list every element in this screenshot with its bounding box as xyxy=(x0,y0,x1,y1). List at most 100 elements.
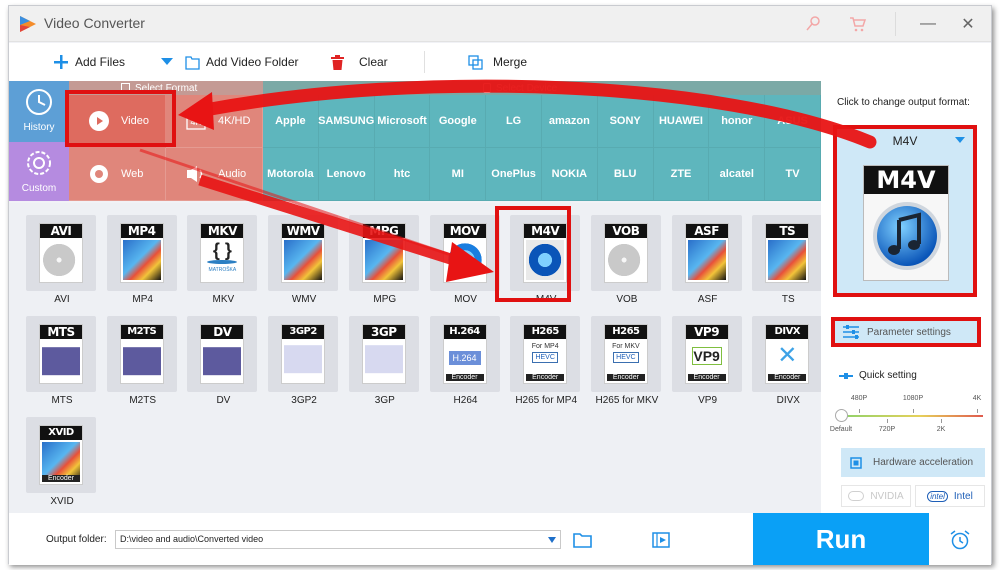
format-tile[interactable]: VP9 VP9 Encoder xyxy=(671,316,742,392)
device-alcatel[interactable]: alcatel xyxy=(709,148,766,201)
device-lenovo[interactable]: Lenovo xyxy=(318,148,375,201)
output-folder-input[interactable]: D:\video and audio\Converted video xyxy=(115,530,561,549)
device-honor[interactable]: honor xyxy=(709,95,766,148)
format-option-avi[interactable]: AVI AVI xyxy=(26,215,98,315)
format-option-vob[interactable]: VOB VOB xyxy=(590,215,663,315)
format-tile[interactable]: AVI xyxy=(26,215,96,291)
alarm-clock-icon[interactable] xyxy=(949,529,971,551)
format-option-mp4[interactable]: MP4 MP4 xyxy=(106,215,179,315)
slider-knob[interactable] xyxy=(835,409,848,422)
device-samsung[interactable]: SAMSUNG xyxy=(318,95,375,148)
format-option-m2ts[interactable]: M2TS M2TS xyxy=(106,316,179,416)
format-option-3gp2[interactable]: 3GP2 3GP2 xyxy=(268,316,340,416)
device-logo-text: SONY xyxy=(609,115,641,127)
close-button[interactable]: ✕ xyxy=(954,10,982,38)
format-option-dv[interactable]: DV DV xyxy=(187,316,259,416)
hardware-acceleration-button[interactable]: Hardware acceleration xyxy=(841,448,985,477)
format-tile[interactable]: TS xyxy=(752,215,823,291)
device-logo-text: LG xyxy=(505,115,522,127)
format-tile[interactable]: M4V xyxy=(510,215,581,291)
format-device-selector: History Custom Select Format Video 4K 4K… xyxy=(9,81,821,203)
format-tile[interactable]: H.264 H.264 Encoder xyxy=(429,316,500,392)
phone-format-icon: 3GP2 xyxy=(281,324,326,384)
device-asus[interactable]: ASUS xyxy=(765,95,821,148)
format-option-wmv[interactable]: WMV WMV xyxy=(268,215,340,315)
device-microsoft[interactable]: Microsoft xyxy=(374,95,431,148)
format-option-m4v[interactable]: M4V M4V xyxy=(510,215,582,315)
format-category-4k-hd[interactable]: 4K 4K/HD xyxy=(166,95,263,148)
format-tile[interactable]: MP4 xyxy=(106,215,177,291)
format-category-video[interactable]: Video xyxy=(69,95,166,148)
quick-setting-header: Quick setting xyxy=(839,370,917,381)
history-tab[interactable]: History xyxy=(9,81,69,142)
run-button[interactable]: Run xyxy=(753,513,929,565)
format-option-3gp[interactable]: 3GP 3GP xyxy=(348,316,421,416)
device-motorola[interactable]: Motorola xyxy=(263,148,319,201)
dropdown-arrow-icon[interactable] xyxy=(548,537,556,543)
nvidia-option[interactable]: NVIDIA xyxy=(841,485,911,507)
format-icon-tag: M4V xyxy=(524,224,567,238)
clear-button[interactable]: Clear xyxy=(329,52,388,72)
format-tile[interactable]: M2TS xyxy=(106,316,177,392)
format-icon-tag: VOB xyxy=(604,224,647,238)
add-files-dropdown[interactable] xyxy=(159,52,175,72)
format-tile[interactable]: DV xyxy=(187,316,258,392)
format-option-xvid[interactable]: XVID Encoder XVID xyxy=(26,417,98,517)
format-tile[interactable]: DIVX ✕ Encoder xyxy=(752,316,823,392)
device-apple[interactable]: Apple xyxy=(263,95,319,148)
format-tile[interactable]: H265 For MKV HEVC Encoder xyxy=(590,316,661,392)
format-tile[interactable]: VOB xyxy=(590,215,661,291)
format-category-web[interactable]: Web xyxy=(69,148,166,201)
device-tv[interactable]: TV xyxy=(765,148,821,201)
plus-icon xyxy=(53,54,69,70)
format-tile[interactable]: MTS xyxy=(26,316,96,392)
add-files-button[interactable]: Add Files xyxy=(53,52,125,72)
format-option-vp9[interactable]: VP9 VP9 Encoder VP9 xyxy=(671,316,744,416)
add-video-folder-button[interactable]: Add Video Folder xyxy=(184,52,299,72)
merge-button[interactable]: Merge xyxy=(467,52,527,72)
device-huawei[interactable]: HUAWEI xyxy=(653,95,710,148)
custom-tab[interactable]: Custom xyxy=(9,142,69,201)
format-tile[interactable]: MPG xyxy=(348,215,419,291)
device-htc[interactable]: htc xyxy=(374,148,431,201)
format-category-audio[interactable]: Audio xyxy=(166,148,263,201)
format-icon-footer: Encoder xyxy=(687,374,726,381)
format-option-h265-for-mkv[interactable]: H265 For MKV HEVC Encoder H265 for MKV xyxy=(590,316,663,416)
format-option-divx[interactable]: DIVX ✕ Encoder DIVX xyxy=(752,316,824,416)
key-icon[interactable] xyxy=(801,12,825,36)
format-option-mts[interactable]: MTS MTS xyxy=(26,316,98,416)
format-tile[interactable]: MKV { } MATROŠKA xyxy=(187,215,258,291)
parameter-settings-button[interactable]: Parameter settings xyxy=(831,317,981,347)
device-blu[interactable]: BLU xyxy=(597,148,654,201)
format-option-mkv[interactable]: MKV { } MATROŠKA MKV xyxy=(187,215,259,315)
quality-slider[interactable]: 480P 1080P 4K Default 720P 2K xyxy=(830,385,983,435)
format-option-ts[interactable]: TS TS xyxy=(752,215,824,315)
format-tile[interactable]: MOV xyxy=(429,215,500,291)
device-zte[interactable]: ZTE xyxy=(653,148,710,201)
device-amazon[interactable]: amazon xyxy=(542,95,598,148)
format-tile[interactable]: 3GP2 xyxy=(268,316,339,392)
format-tile[interactable]: ASF xyxy=(671,215,742,291)
device-oneplus[interactable]: OnePlus xyxy=(486,148,542,201)
output-format-selector[interactable]: M4V M4V xyxy=(833,125,977,297)
format-icon-subtitle: For MP4 xyxy=(531,343,559,350)
format-option-h264[interactable]: H.264 H.264 Encoder H264 xyxy=(429,316,502,416)
format-tile[interactable]: 3GP xyxy=(348,316,419,392)
open-folder-icon[interactable] xyxy=(573,531,593,549)
format-tile[interactable]: XVID Encoder xyxy=(26,417,96,493)
device-nokia[interactable]: NOKIA xyxy=(542,148,598,201)
intel-option[interactable]: intel Intel xyxy=(915,485,985,507)
format-option-h265-for-mp4[interactable]: H265 For MP4 HEVC Encoder H265 for MP4 xyxy=(510,316,582,416)
format-option-mov[interactable]: MOV MOV xyxy=(429,215,502,315)
device-lg[interactable]: LG xyxy=(486,95,542,148)
device-google[interactable]: Google xyxy=(430,95,487,148)
cart-icon[interactable] xyxy=(845,12,869,36)
video-folder-icon[interactable] xyxy=(651,531,671,549)
device-sony[interactable]: SONY xyxy=(597,95,654,148)
format-option-mpg[interactable]: MPG MPG xyxy=(348,215,421,315)
device-mi[interactable]: MI xyxy=(430,148,487,201)
format-option-asf[interactable]: ASF ASF xyxy=(671,215,744,315)
format-tile[interactable]: H265 For MP4 HEVC Encoder xyxy=(510,316,581,392)
format-tile[interactable]: WMV xyxy=(268,215,339,291)
minimize-button[interactable]: — xyxy=(914,10,942,38)
